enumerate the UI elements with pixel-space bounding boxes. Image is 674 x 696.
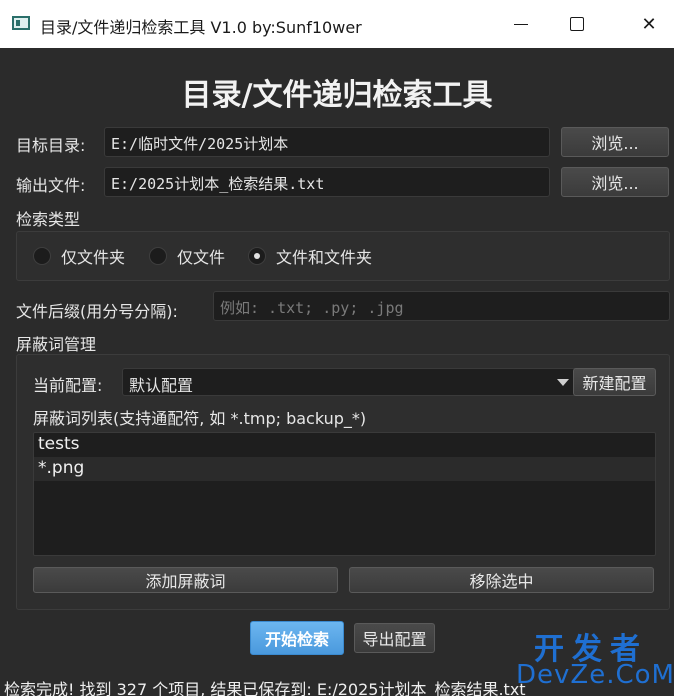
watermark-bottom-text: DevZe.CoM bbox=[516, 660, 674, 690]
close-icon: ✕ bbox=[641, 13, 657, 35]
blocklist-label: 屏蔽词管理 bbox=[16, 335, 97, 354]
suffix-label: 文件后缀(用分号分隔): bbox=[16, 302, 178, 321]
blocklist-list-label: 屏蔽词列表(支持通配符, 如 *.tmp; backup_*) bbox=[33, 409, 367, 428]
radio-indicator-checked bbox=[248, 247, 266, 265]
main-panel: 目录/文件递归检索工具 目标目录: E:/临时文件/2025计划本 浏览... … bbox=[0, 48, 674, 696]
app-icon bbox=[12, 16, 30, 30]
radio-indicator bbox=[149, 247, 167, 265]
status-bar-text: 检索完成! 找到 327 个项目, 结果已保存到: E:/2025计划本_检索结… bbox=[4, 680, 526, 696]
remove-selected-button[interactable]: 移除选中 bbox=[349, 567, 654, 593]
radio-folders-only[interactable]: 仅文件夹 bbox=[33, 244, 125, 268]
window-title: 目录/文件递归检索工具 V1.0 by:Sunf10wer bbox=[40, 18, 362, 37]
blocklist-listbox[interactable]: tests *.png bbox=[33, 432, 656, 556]
blocklist-group: 当前配置: 默认配置 新建配置 屏蔽词列表(支持通配符, 如 *.tmp; ba… bbox=[16, 354, 670, 610]
browse-target-button[interactable]: 浏览... bbox=[561, 127, 669, 157]
watermark-logo: 开发者 DevZe.CoM bbox=[516, 624, 674, 694]
target-dir-input[interactable]: E:/临时文件/2025计划本 bbox=[104, 127, 550, 157]
maximize-button[interactable] bbox=[554, 0, 600, 48]
config-label: 当前配置: bbox=[33, 376, 103, 395]
radio-label: 仅文件夹 bbox=[61, 248, 126, 267]
output-file-input[interactable]: E:/2025计划本_检索结果.txt bbox=[104, 167, 550, 197]
target-dir-label: 目标目录: bbox=[16, 136, 86, 155]
export-config-button[interactable]: 导出配置 bbox=[354, 623, 435, 653]
new-config-button[interactable]: 新建配置 bbox=[573, 368, 656, 396]
radio-files-only[interactable]: 仅文件 bbox=[149, 244, 225, 268]
search-type-group: 仅文件夹 仅文件 文件和文件夹 bbox=[16, 231, 670, 281]
minimize-icon bbox=[514, 23, 528, 25]
output-file-label: 输出文件: bbox=[16, 176, 86, 195]
minimize-button[interactable] bbox=[498, 0, 544, 48]
title-bar: 目录/文件递归检索工具 V1.0 by:Sunf10wer ✕ bbox=[0, 0, 674, 48]
start-search-button[interactable]: 开始检索 bbox=[250, 621, 344, 655]
radio-label: 仅文件 bbox=[177, 248, 226, 267]
radio-indicator bbox=[33, 247, 51, 265]
chevron-down-icon bbox=[557, 379, 569, 386]
list-item[interactable]: tests bbox=[34, 433, 655, 457]
config-select[interactable]: 默认配置 bbox=[122, 368, 578, 396]
browse-output-button[interactable]: 浏览... bbox=[561, 167, 669, 197]
page-title: 目录/文件递归检索工具 bbox=[181, 78, 493, 113]
radio-label: 文件和文件夹 bbox=[276, 248, 373, 267]
close-button[interactable]: ✕ bbox=[626, 0, 672, 48]
search-type-label: 检索类型 bbox=[16, 210, 81, 229]
list-item[interactable]: *.png bbox=[34, 457, 655, 481]
suffix-input[interactable]: 例如: .txt; .py; .jpg bbox=[213, 291, 670, 321]
config-select-value: 默认配置 bbox=[129, 376, 194, 395]
radio-files-and-folders[interactable]: 文件和文件夹 bbox=[248, 244, 372, 268]
add-blockword-button[interactable]: 添加屏蔽词 bbox=[33, 567, 338, 593]
maximize-icon bbox=[570, 17, 584, 31]
